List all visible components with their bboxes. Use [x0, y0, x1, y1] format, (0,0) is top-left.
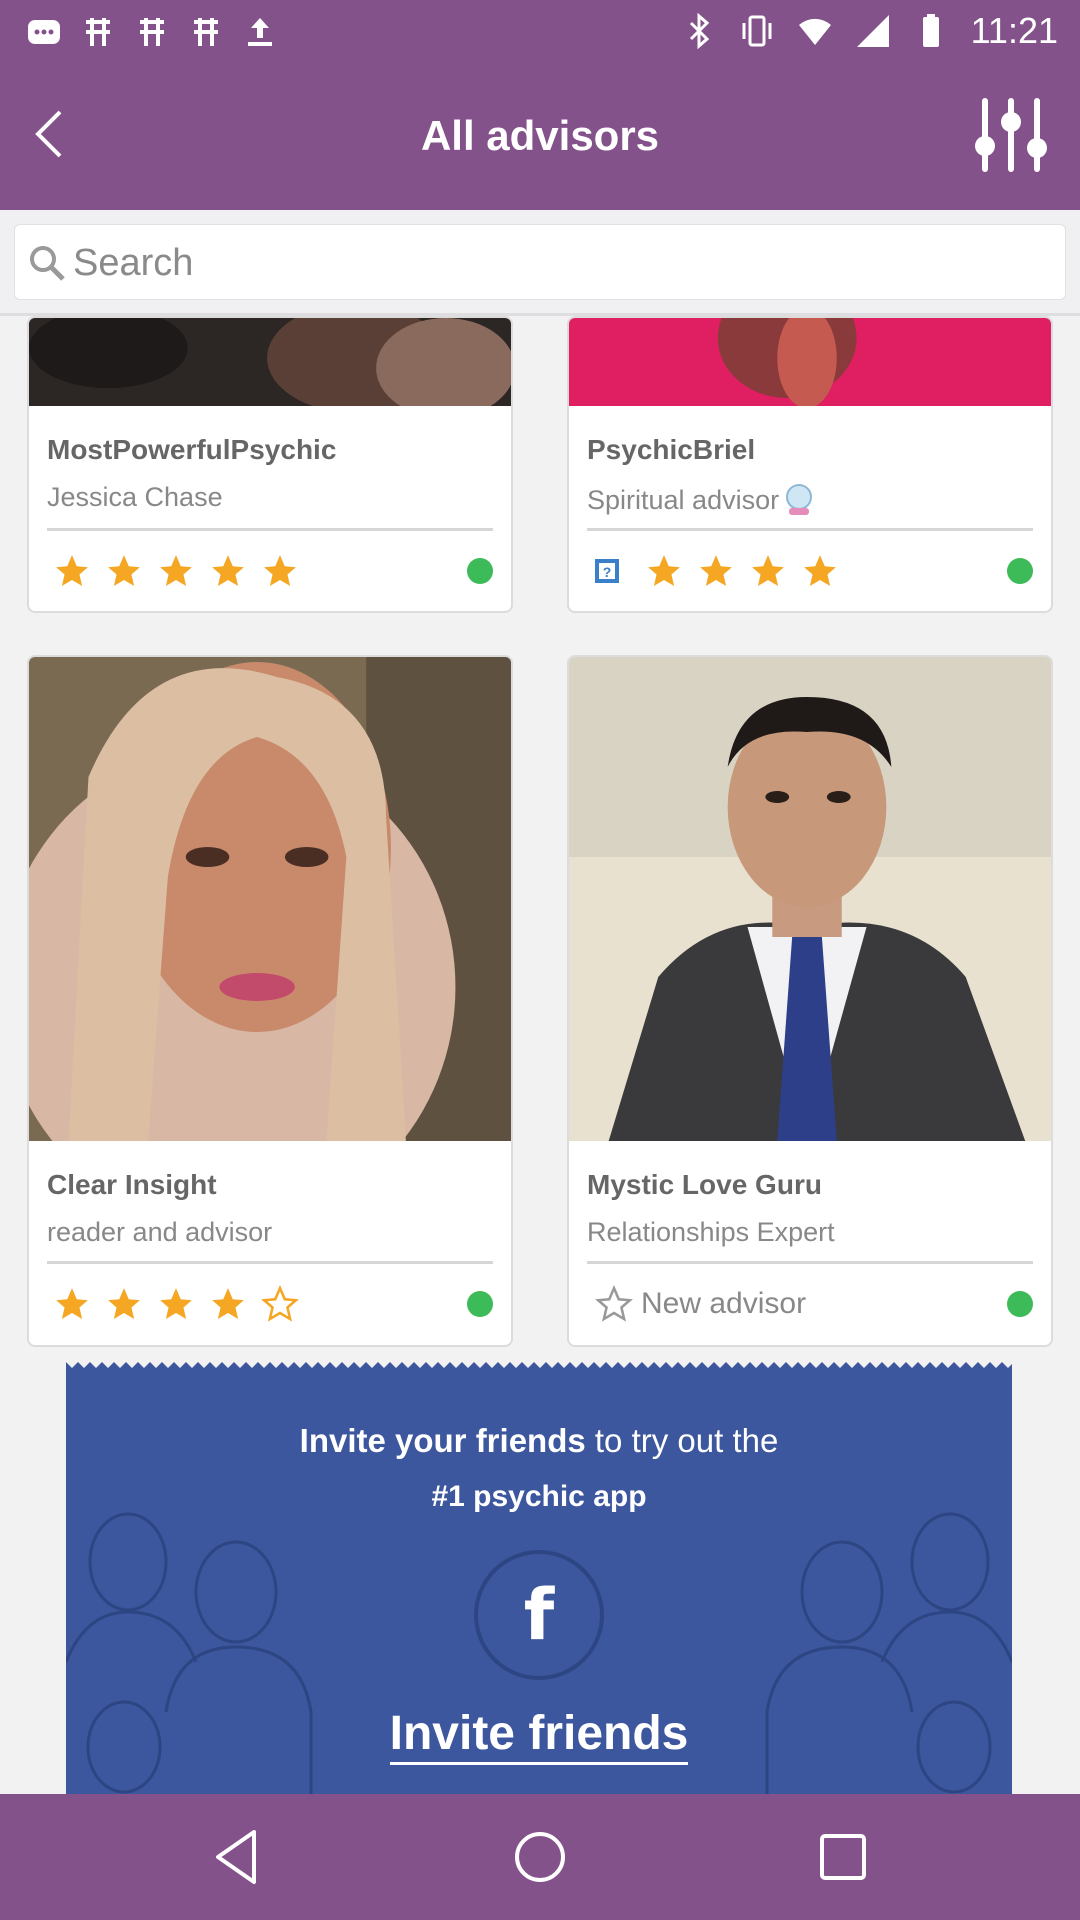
online-status-dot — [467, 558, 493, 584]
search-input[interactable] — [73, 235, 1053, 291]
divider — [47, 1261, 493, 1264]
star-filled-icon — [160, 1288, 192, 1320]
facebook-icon: f — [523, 1574, 555, 1656]
new-advisor-badge: New advisor — [595, 1285, 806, 1323]
facebook-button[interactable]: f — [474, 1550, 604, 1680]
status-bar: 11:21 — [0, 0, 1080, 64]
nav-back-icon[interactable] — [202, 1822, 272, 1892]
star-filled-icon — [804, 555, 836, 587]
advisor-card[interactable]: PsychicBriel Spiritual advisor ? — [567, 316, 1053, 613]
status-time: 11:21 — [970, 10, 1058, 51]
advisor-photo — [29, 657, 511, 1141]
advisor-card[interactable]: Mystic Love Guru Relationships Expert Ne… — [567, 655, 1053, 1347]
chat-notification-icon — [28, 20, 60, 44]
online-status-dot — [1007, 558, 1033, 584]
rating-stars — [53, 1285, 299, 1323]
star-filled-icon — [648, 555, 680, 587]
slack-notification-icon — [140, 18, 164, 46]
star-filled-icon — [56, 555, 88, 587]
system-nav-bar — [0, 1794, 1080, 1920]
new-advisor-label: New advisor — [641, 1287, 807, 1320]
advisor-name: PsychicBriel — [587, 434, 756, 465]
search-bar-container — [0, 210, 1080, 316]
advisor-subtitle: Jessica Chase — [47, 482, 223, 512]
slack-notification-icon — [194, 18, 218, 46]
filter-sliders-icon[interactable] — [970, 94, 1052, 176]
search-icon — [30, 246, 65, 281]
svg-text:?: ? — [603, 564, 612, 580]
star-filled-icon — [212, 1288, 244, 1320]
advisor-subtitle: reader and advisor — [47, 1217, 273, 1247]
help-badge-icon: ? — [595, 559, 619, 583]
vibrate-icon — [742, 15, 772, 47]
advisor-subtitle: Relationships Expert — [587, 1217, 835, 1247]
signal-icon — [856, 15, 889, 47]
nav-recents-icon[interactable] — [808, 1822, 878, 1892]
advisor-subtitle-row: Spiritual advisor — [587, 482, 817, 518]
invite-friends-link-row: Invite friends — [66, 1706, 1012, 1765]
star-filled-icon — [752, 555, 784, 587]
invite-friends-link[interactable]: Invite friends — [389, 1707, 689, 1765]
invite-headline-bold: Invite your friends — [299, 1422, 586, 1459]
divider — [587, 1261, 1033, 1264]
rating-stars: ? — [593, 552, 839, 590]
advisor-name: MostPowerfulPsychic — [47, 434, 337, 465]
advisor-card[interactable]: Clear Insight reader and advisor — [27, 655, 513, 1347]
online-status-dot — [467, 1291, 493, 1317]
slack-notification-icon — [86, 18, 110, 46]
page-title: All advisors — [420, 112, 660, 159]
advisor-name: Mystic Love Guru — [587, 1169, 822, 1200]
nav-home-icon[interactable] — [505, 1822, 575, 1892]
battery-icon — [922, 14, 939, 47]
zigzag-edge — [66, 1362, 1012, 1374]
advisor-photo — [569, 318, 1051, 406]
wifi-icon — [798, 18, 831, 45]
bluetooth-icon — [689, 13, 709, 49]
star-filled-icon — [264, 555, 296, 587]
upload-icon — [248, 18, 272, 46]
rating-stars — [53, 552, 299, 590]
star-outline-icon — [595, 1285, 633, 1322]
advisor-subtitle: Spiritual advisor — [587, 484, 780, 515]
invite-friends-banner: Invite your friends to try out the #1 ps… — [66, 1362, 1012, 1794]
online-status-dot — [1007, 1291, 1033, 1317]
star-filled-icon — [700, 555, 732, 587]
star-filled-icon — [108, 1288, 140, 1320]
star-filled-icon — [108, 555, 140, 587]
divider — [587, 528, 1033, 531]
invite-headline-rest: to try out the — [585, 1422, 779, 1459]
advisor-name: Clear Insight — [47, 1169, 217, 1200]
advisor-card[interactable]: MostPowerfulPsychic Jessica Chase — [27, 316, 513, 613]
invite-subheadline: #1 psychic app — [431, 1480, 647, 1513]
star-filled-icon — [160, 555, 192, 587]
star-outline-icon — [261, 1285, 299, 1322]
star-filled-icon — [56, 1288, 88, 1320]
crystal-ball-icon — [786, 484, 813, 515]
search-field[interactable] — [14, 224, 1066, 300]
advisor-photo — [569, 657, 1051, 1141]
app-bar: All advisors — [0, 64, 1080, 210]
divider — [47, 528, 493, 531]
advisor-photo — [29, 318, 511, 406]
invite-headline: Invite your friends to try out the — [66, 1422, 1012, 1460]
star-filled-icon — [212, 555, 244, 587]
